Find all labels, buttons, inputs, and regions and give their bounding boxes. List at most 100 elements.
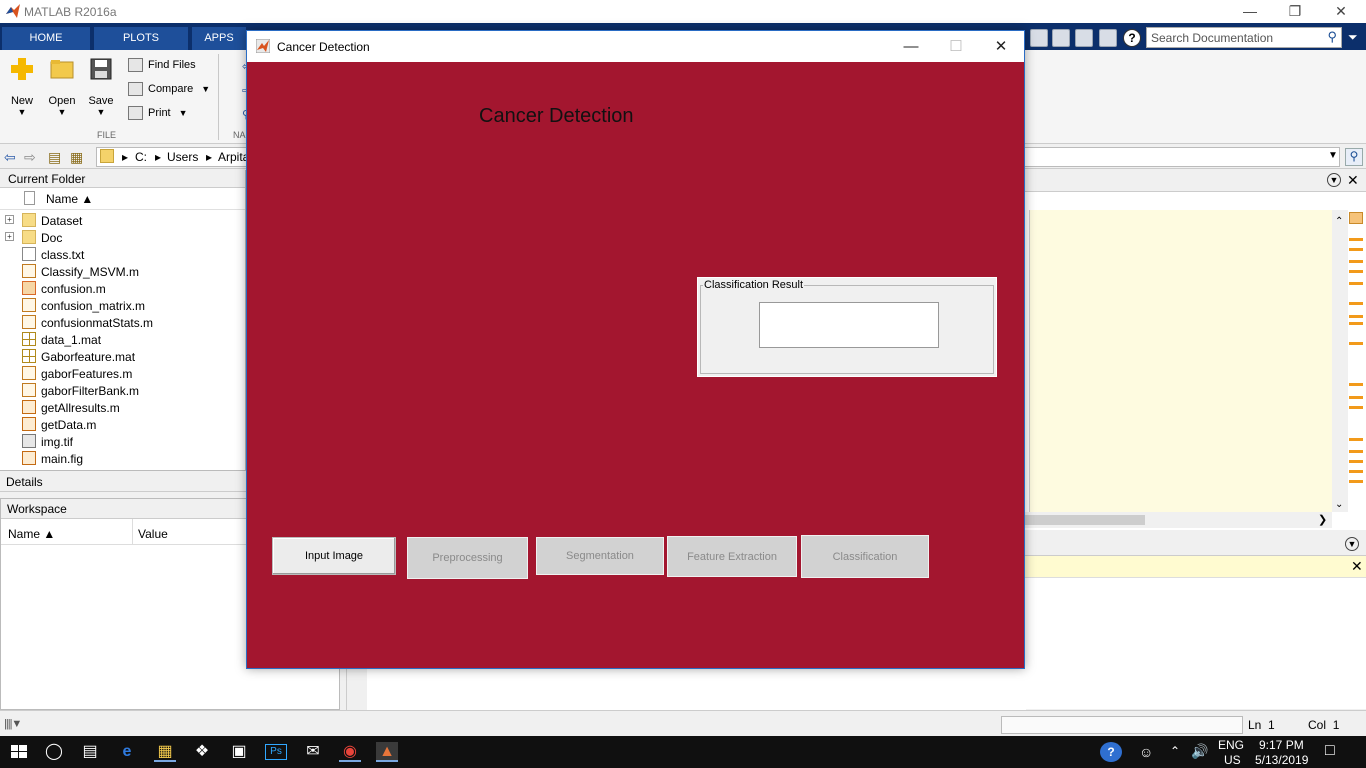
print-button[interactable]: Print ▼ [128,104,188,122]
find-files-button[interactable]: Find Files [128,56,196,74]
store-icon[interactable]: ▣ [228,742,250,762]
pin-icon[interactable]: ⏷ [1348,30,1358,45]
maximize-button[interactable]: ☐ [933,35,979,59]
chrome-icon[interactable]: ◉ [339,742,361,762]
warning-marker[interactable] [1349,302,1363,305]
file-row[interactable]: img.tif [0,433,246,450]
input-image-button[interactable]: Input Image [272,537,396,575]
clock-time[interactable]: 9:17 PM [1259,738,1304,752]
mail-icon[interactable]: ✉ [302,742,324,762]
people-icon[interactable]: ☺ [1139,744,1153,760]
code-area[interactable] [1029,210,1332,512]
file-explorer-icon[interactable]: ▦ [154,742,176,762]
save-button[interactable]: Save ▼ [82,56,120,117]
analyzer-indicator-icon[interactable] [1349,212,1363,224]
minimize-button[interactable]: — [888,35,934,59]
details-panel-header[interactable]: Details [0,470,246,492]
windows-start-icon[interactable] [8,742,30,762]
file-row[interactable]: gaborFilterBank.m [0,382,246,399]
file-row[interactable]: gaborFeatures.m [0,365,246,382]
edge-browser-icon[interactable]: e [116,742,138,762]
file-row[interactable]: confusion.m [0,280,246,297]
open-button[interactable]: Open ▼ [43,56,81,117]
dropbox-icon[interactable]: ❖ [191,742,213,762]
warning-marker[interactable] [1349,270,1363,273]
path-crumb[interactable]: Arpita [218,150,249,164]
warning-marker[interactable] [1349,383,1363,386]
workspace-value-column[interactable]: Value [138,527,168,541]
warning-marker[interactable] [1349,260,1363,263]
warning-marker[interactable] [1349,470,1363,473]
path-crumb[interactable]: Users [167,150,198,164]
task-view-icon[interactable]: ▤ [79,742,101,762]
tab-apps[interactable]: APPS [192,27,246,50]
volume-icon[interactable]: 🔊 [1191,743,1208,760]
region-indicator[interactable]: US [1224,753,1241,767]
warning-marker[interactable] [1349,438,1363,441]
column-divider[interactable] [132,519,133,545]
file-row[interactable]: Classify_MSVM.m [0,263,246,280]
scroll-right-icon[interactable]: ❯ [1318,513,1327,526]
minimize-button[interactable]: — [1227,1,1273,21]
close-button[interactable]: ✕ [1318,1,1364,21]
quick-access-icon[interactable] [1052,29,1070,47]
command-window-actions-icon[interactable]: ▼ [1345,537,1359,551]
warning-marker[interactable] [1349,406,1363,409]
redo-icon[interactable] [1099,29,1117,47]
photoshop-icon[interactable]: Ps [265,744,287,760]
segmentation-button[interactable]: Segmentation [536,537,664,575]
editor-actions-icon[interactable]: ▼ [1327,173,1341,187]
file-row[interactable]: getData.m [0,416,246,433]
search-icon[interactable]: ⚲ [1327,29,1337,45]
quick-access-icon[interactable] [1030,29,1048,47]
horizontal-scrollbar[interactable]: ❯ [1025,512,1332,528]
close-icon[interactable]: ✕ [1347,172,1359,189]
warning-marker[interactable] [1349,248,1363,251]
folder-row[interactable]: + Dataset [0,212,246,229]
warning-marker[interactable] [1349,315,1363,318]
preprocessing-button[interactable]: Preprocessing [407,537,528,579]
tab-plots[interactable]: PLOTS [94,27,188,50]
workspace-name-column[interactable]: Name ▲ [8,527,55,541]
classification-button[interactable]: Classification [801,535,929,578]
forward-arrow-icon[interactable]: ⇨ [24,149,36,166]
warning-marker[interactable] [1349,342,1363,345]
back-arrow-icon[interactable]: ⇦ [4,149,16,166]
scroll-thumb[interactable] [1025,515,1145,525]
warning-marker[interactable] [1349,282,1363,285]
matlab-taskbar-icon[interactable]: ▲ [376,742,398,762]
close-icon[interactable]: ✕ [1351,558,1363,575]
new-button[interactable]: New ▼ [3,56,41,117]
warning-marker[interactable] [1349,450,1363,453]
clock-date[interactable]: 5/13/2019 [1255,753,1308,767]
file-row[interactable]: getAllresults.m [0,399,246,416]
warning-marker[interactable] [1349,396,1363,399]
chevron-down-icon[interactable]: ▼ [1328,150,1338,161]
language-indicator[interactable]: ENG [1218,738,1244,752]
scroll-down-icon[interactable]: ⌄ [1335,499,1343,510]
restore-button[interactable]: ❐ [1272,1,1318,21]
notification-icon[interactable]: □ [1325,742,1335,760]
help-tray-icon[interactable]: ? [1100,742,1122,762]
warning-marker[interactable] [1349,322,1363,325]
path-crumb[interactable]: C: [135,150,147,164]
command-window-area[interactable] [346,668,1026,710]
feature-extraction-button[interactable]: Feature Extraction [667,536,797,577]
warning-marker[interactable] [1349,460,1363,463]
file-row[interactable]: Gaborfeature.mat [0,348,246,365]
name-column-header[interactable]: Name ▲ [0,188,245,210]
file-row[interactable]: data_1.mat [0,331,246,348]
undo-icon[interactable] [1075,29,1093,47]
up-folder-icon[interactable]: ▤ [48,149,61,166]
file-row[interactable]: main.fig [0,450,246,467]
expand-icon[interactable]: + [5,215,14,224]
vertical-scrollbar[interactable]: ⌃ ⌄ [1332,210,1348,512]
search-cortana-icon[interactable]: ◯ [43,742,65,762]
classification-result-field[interactable] [759,302,939,348]
file-row[interactable]: confusionmatStats.m [0,314,246,331]
file-row[interactable]: confusion_matrix.m [0,297,246,314]
chevron-up-icon[interactable]: ⌃ [1170,744,1180,758]
scroll-up-icon[interactable]: ⌃ [1335,216,1343,227]
compare-button[interactable]: Compare ▼ [128,80,210,98]
folder-row[interactable]: + Doc [0,229,246,246]
